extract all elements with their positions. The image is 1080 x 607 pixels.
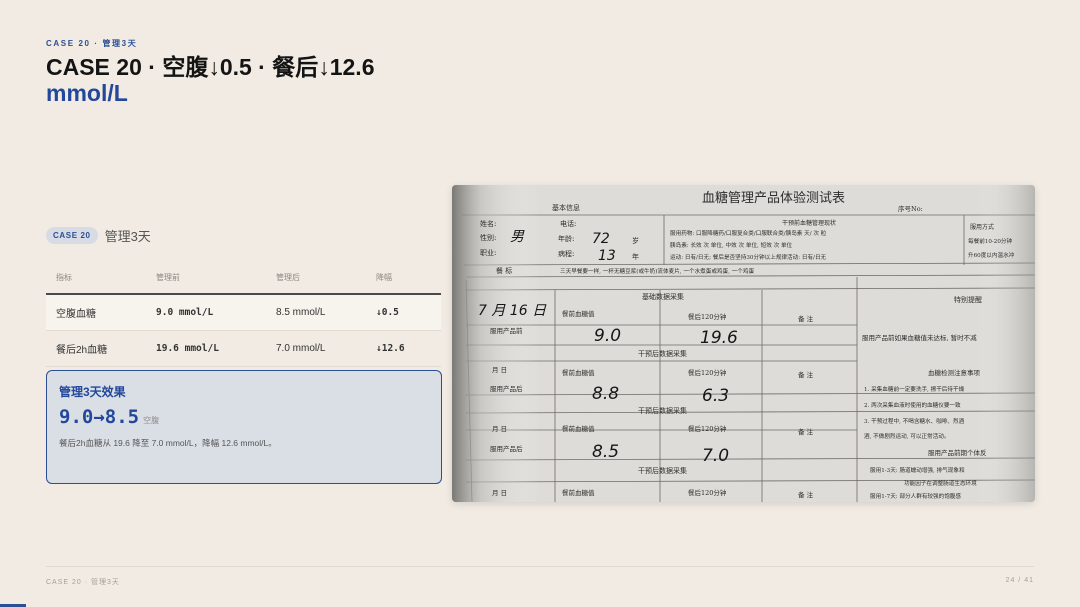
case-pill: CASE 20 [46,227,98,244]
section2-label: 干预后数据采集 [638,349,687,358]
row3-label: 服用产品后 [490,444,523,453]
cell-metric: 餐后2h血糖 [46,330,146,367]
cell-metric: 空腹血糖 [46,294,146,331]
gender-label: 性别: [480,233,496,242]
meal-line: 三天早餐要一样, 一杯无糖豆浆(或牛奶)流体麦片, 一个水煮蛋或鸡蛋, 一个鸡蛋 [560,267,754,275]
note-3: 3. 干预过程中, 不喝含糖水、咖啡、烈酒 [864,417,965,425]
reaction-1: 服用1-3天: 肠道蠕动增强, 排气现象和 [870,466,965,474]
handwritten-row1-fasting: 9.0 [594,326,621,346]
col-header-delta: 降幅 [366,268,441,295]
section3-label: 干预后数据采集 [638,406,687,415]
date-label-3: 月 日 [492,425,507,433]
effect-card: 管理3天效果 9.0→8.5 空腹 餐后2h血糖从 19.6 降至 7.0 mmo… [46,370,442,484]
footer-caption: CASE 20 · 管理3天 [46,579,120,586]
cell-before: 9.0 mmol/L [146,294,266,331]
row2-label: 服用产品后 [490,384,523,393]
cell-before: 19.6 mmol/L [146,330,266,367]
cell-after: 7.0 mmol/L [266,330,366,367]
name-label: 姓名: [480,219,496,228]
effect-value-line: 9.0→8.5 空腹 [59,406,429,428]
course-label: 病程: [558,249,574,258]
footer-divider [46,566,1034,567]
case-subtitle: 管理3天 [104,229,151,244]
post-header: 餐后120分钟 [688,312,727,321]
fasting-header-4: 餐前血糖值 [562,488,595,497]
table-row: 餐后2h血糖 19.6 mmol/L 7.0 mmol/L ↓12.6 [46,330,441,367]
test-notes-title: 血糖检测注意事项 [928,368,981,377]
remark-header-4: 备 注 [798,490,814,499]
effect-title: 管理3天效果 [59,385,126,399]
basic-info-label: 基本信息 [552,203,580,212]
post-header-4: 餐后120分钟 [688,488,727,497]
note-1: 1. 采集血糖前一定要洗手, 擦干后待干燥 [864,385,965,393]
cell-delta: ↓0.5 [366,294,441,331]
row1-label: 服用产品前 [490,326,523,335]
right-col-line1: 每餐前10-20分钟 [968,237,1013,245]
handwritten-row3-fasting: 8.5 [592,442,619,462]
note-4: 酒, 不做剧烈运动, 可以正常活动。 [864,432,949,440]
cell-delta: ↓12.6 [366,330,441,367]
col-header-metric: 指标 [46,268,146,295]
handwritten-age: 72 [592,231,610,247]
form-photo-svg: 血糖管理产品体验测试表 序号No: 基本信息 姓名: 电话: 性别: 年龄: 岁… [452,185,1035,502]
job-label: 职业: [480,248,496,257]
fasting-header-3: 餐前血糖值 [562,424,595,433]
phone-label: 电话: [560,219,576,228]
early-reaction: 服用产品前期个体反 [928,448,987,457]
col-header-before: 管理前 [146,268,266,295]
table-row: 空腹血糖 9.0 mmol/L 8.5 mmol/L ↓0.5 [46,294,441,331]
date-label-2: 月 日 [492,366,507,374]
age-label: 年龄: [558,234,574,243]
handwritten-row3-post: 7.0 [702,446,729,466]
post-header-3: 餐后120分钟 [688,424,727,433]
case-tag: CASE 20 管理3天 [46,226,151,245]
fasting-header-2: 餐前血糖值 [562,368,595,377]
handwritten-row1-post: 19.6 [700,328,738,348]
handwritten-row2-post: 6.3 [702,386,729,406]
baseline-section: 基础数据采集 [642,292,684,301]
section-eyebrow: CASE 20 · 管理3天 [46,39,138,48]
handwritten-gender: 男 [510,229,525,245]
reaction-2: 功能因子在调整肠道生态环境 [904,479,977,487]
pre-use-status: 干预前血糖管理现状 [782,219,836,227]
effect-description: 餐后2h血糖从 19.6 降至 7.0 mmol/L，降幅 12.6 mmol/… [59,438,277,448]
handwritten-course: 13 [598,248,616,264]
meal-label: 餐 标 [496,266,512,275]
effect-unit: 空腹 [143,416,160,425]
remark-header-2: 备 注 [798,370,814,379]
test-form-photo: 血糖管理产品体验测试表 序号No: 基本信息 姓名: 电话: 性别: 年龄: 岁… [452,185,1035,502]
remark-header-3: 备 注 [798,427,814,436]
title-unit: mmol/L [46,80,128,106]
handwritten-row2-fasting: 8.8 [592,384,619,404]
right-col-line2: 升60度以内温水冲 [968,251,1015,259]
glucose-table: 指标 管理前 管理后 降幅 空腹血糖 9.0 mmol/L 8.5 mmol/L… [46,268,441,367]
reminder-text: 服用产品前如果血糖值未达标, 暂时不减 [862,333,977,342]
age-unit: 岁 [632,236,639,245]
title-main: CASE 20 · 空腹↓0.5 · 餐后↓12.6 [46,54,375,80]
reaction-3: 服用1-7天: 部分人群有较强的饱腹感 [870,492,961,500]
section4-label: 干预后数据采集 [638,466,687,475]
remark-header: 备 注 [798,314,814,323]
special-reminder: 特别提醒 [954,295,982,304]
handwritten-date: 7 月 16 日 [478,303,547,319]
fasting-header: 餐前血糖值 [562,309,595,318]
col-header-after: 管理后 [266,268,366,295]
table-header-row: 指标 管理前 管理后 降幅 [46,268,441,295]
effect-value: 9.0→8.5 [59,406,140,428]
date-label-4: 月 日 [492,489,507,497]
form-title: 血糖管理产品体验测试表 [702,190,845,206]
insulin-line: 胰岛素: 长效 次 单位, 中效 次 单位, 短效 次 单位 [670,241,793,249]
med-line: 服用药物: 口服降糖药/口服复合类/口服联合类/胰岛素 天/ 次 粒 [670,229,827,237]
cell-after: 8.5 mmol/L [266,294,366,331]
note-2: 2. 两次采集血液时使用的血糖仪要一致 [864,401,961,409]
post-header-2: 餐后120分钟 [688,368,727,377]
exercise-line: 运动: 日有/日无; 餐后是否坚持30分钟以上规律活动: 日有/日无 [670,253,827,261]
course-unit: 年 [632,252,639,261]
serial-label: 序号No: [898,204,923,213]
page-number: 24 / 41 [1005,577,1034,584]
page-title: CASE 20 · 空腹↓0.5 · 餐后↓12.6 mmol/L [46,54,375,106]
right-col-top: 服用方式 [970,223,994,231]
